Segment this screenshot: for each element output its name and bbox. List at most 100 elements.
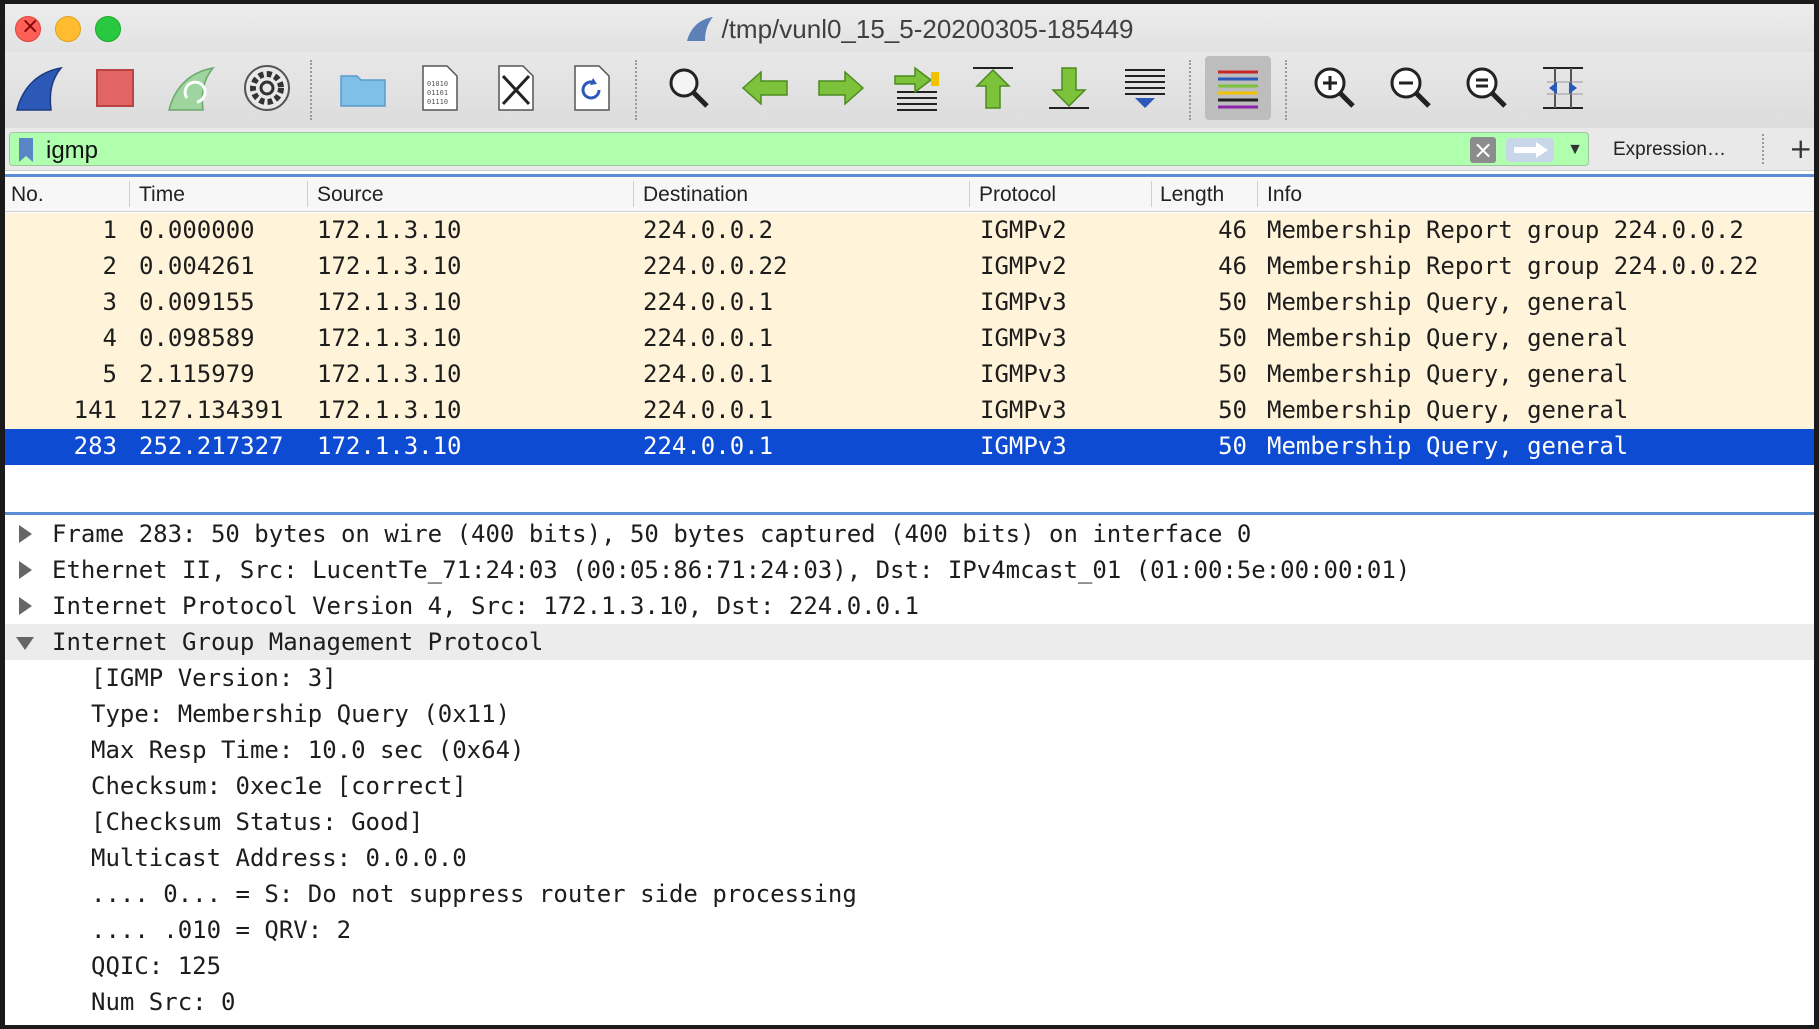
disclosure-triangle-right-icon[interactable] xyxy=(19,561,32,579)
table-row[interactable]: 4 0.098589 172.1.3.10 224.0.0.1 IGMPv3 50 Memb… xyxy=(5,321,1814,357)
cell-no: 141 xyxy=(73,396,117,424)
tree-item[interactable]: .... .010 = QRV: 2 xyxy=(5,912,1814,948)
tree-item-label: Frame 283: 50 bytes on wire (400 bits), … xyxy=(52,520,1252,548)
clear-filter-icon[interactable]: × xyxy=(1470,137,1496,163)
tree-item[interactable]: Frame 283: 50 bytes on wire (400 bits), … xyxy=(5,516,1814,552)
cell-destination: 224.0.0.1 xyxy=(643,360,774,388)
tree-item[interactable]: Checksum: 0xec1e [correct] xyxy=(5,768,1814,804)
tree-item[interactable]: [Checksum Status: Good] xyxy=(5,804,1814,840)
cell-length: 46 xyxy=(1218,252,1247,280)
tree-item-label: [Checksum Status: Good] xyxy=(91,808,424,836)
cell-destination: 224.0.0.2 xyxy=(643,216,774,244)
column-header-length[interactable]: Length xyxy=(1160,183,1224,207)
expression-button[interactable]: Expression… xyxy=(1613,139,1726,161)
tree-item[interactable]: Max Resp Time: 10.0 sec (0x64) xyxy=(5,732,1814,768)
cell-no: 1 xyxy=(102,216,117,244)
cell-time: 252.217327 xyxy=(139,432,284,460)
tree-item[interactable]: [IGMP Version: 3] xyxy=(5,660,1814,696)
tree-item-label: Num Src: 0 xyxy=(91,988,236,1016)
filter-text[interactable]: igmp xyxy=(46,137,98,165)
cell-source: 172.1.3.10 xyxy=(317,216,462,244)
filter-history-chevron-down-icon[interactable]: ▼ xyxy=(1564,139,1586,161)
restart-fin-icon[interactable] xyxy=(163,60,219,116)
cell-time: 2.115979 xyxy=(139,360,255,388)
title-container: /tmp/vunl0_15_5-20200305-185449 xyxy=(5,14,1814,45)
column-header-time[interactable]: Time xyxy=(139,183,185,207)
cell-protocol: IGMPv2 xyxy=(980,216,1067,244)
cell-source: 172.1.3.10 xyxy=(317,360,462,388)
svg-text:01101: 01101 xyxy=(427,89,448,97)
column-header-protocol[interactable]: Protocol xyxy=(979,183,1056,207)
arrow-right-icon[interactable] xyxy=(813,60,869,116)
cell-protocol: IGMPv2 xyxy=(980,252,1067,280)
apply-filter-button[interactable] xyxy=(1506,138,1554,162)
tree-item-label: [IGMP Version: 3] xyxy=(91,664,337,692)
resize-columns-icon[interactable] xyxy=(1535,60,1591,116)
cell-no: 283 xyxy=(73,432,117,460)
tree-item[interactable]: Type: Membership Query (0x11) xyxy=(5,696,1814,732)
cell-time: 0.098589 xyxy=(139,324,255,352)
tree-item-label: Internet Group Management Protocol xyxy=(52,628,544,656)
zoom-out-icon[interactable] xyxy=(1383,60,1439,116)
tree-item[interactable]: Internet Group Management Protocol xyxy=(5,624,1814,660)
cell-info: Membership Query, general xyxy=(1267,396,1629,424)
magnifier-icon[interactable] xyxy=(661,60,717,116)
add-filter-button[interactable]: + xyxy=(1789,132,1812,165)
stop-square-icon[interactable] xyxy=(87,60,143,116)
cell-info: Membership Query, general xyxy=(1267,324,1629,352)
go-to-packet-icon[interactable] xyxy=(889,60,945,116)
column-header-info[interactable]: Info xyxy=(1267,183,1302,207)
arrow-left-icon[interactable] xyxy=(737,60,793,116)
disclosure-triangle-right-icon[interactable] xyxy=(19,597,32,615)
cell-length: 50 xyxy=(1218,360,1247,388)
tree-item[interactable]: Ethernet II, Src: LucentTe_71:24:03 (00:… xyxy=(5,552,1814,588)
tree-item-label: Multicast Address: 0.0.0.0 xyxy=(91,844,467,872)
shark-fin-icon[interactable] xyxy=(11,60,67,116)
table-row[interactable]: 1 0.000000 172.1.3.10 224.0.0.2 IGMPv2 46 Memb… xyxy=(5,213,1814,249)
tree-item[interactable]: QQIC: 125 xyxy=(5,948,1814,984)
colorize-lines-icon[interactable] xyxy=(1205,56,1271,120)
display-filter-bar: igmp × ▼ Expression… + xyxy=(5,128,1814,171)
gear-icon[interactable] xyxy=(239,60,295,116)
cell-no: 5 xyxy=(102,360,117,388)
arrow-down-last-icon[interactable] xyxy=(1041,60,1097,116)
tree-item[interactable]: .... 0... = S: Do not suppress router si… xyxy=(5,876,1814,912)
packet-details-tree: Frame 283: 50 bytes on wire (400 bits), … xyxy=(5,515,1814,1025)
disclosure-triangle-down-icon[interactable] xyxy=(16,637,34,650)
bookmark-icon[interactable] xyxy=(16,137,36,163)
table-row[interactable]: 2 0.004261 172.1.3.10 224.0.0.22 IGMPv2 46 Mem… xyxy=(5,249,1814,285)
cell-destination: 224.0.0.22 xyxy=(643,252,788,280)
tree-item-label: Internet Protocol Version 4, Src: 172.1.… xyxy=(52,592,919,620)
packet-list-header: No. Time Source Destination Protocol Len… xyxy=(5,177,1814,212)
arrow-up-first-icon[interactable] xyxy=(965,60,1021,116)
table-row[interactable]: 3 0.009155 172.1.3.10 224.0.0.1 IGMPv3 50 Memb… xyxy=(5,285,1814,321)
table-row[interactable]: 5 2.115979 172.1.3.10 224.0.0.1 IGMPv3 50 Memb… xyxy=(5,357,1814,393)
table-row[interactable]: 283 252.217327 172.1.3.10 224.0.0.1 IGMPv3 50… xyxy=(5,429,1814,465)
binary-file-icon[interactable]: 01010 01101 01110 xyxy=(411,60,467,116)
cell-time: 0.000000 xyxy=(139,216,255,244)
autoscroll-icon[interactable] xyxy=(1117,60,1173,116)
folder-icon[interactable] xyxy=(335,60,391,116)
zoom-reset-icon[interactable] xyxy=(1459,60,1515,116)
tree-item-label: Ethernet II, Src: LucentTe_71:24:03 (00:… xyxy=(52,556,1411,584)
column-header-destination[interactable]: Destination xyxy=(643,183,748,207)
zoom-in-icon[interactable] xyxy=(1307,60,1363,116)
tree-item[interactable]: Num Src: 0 xyxy=(5,984,1814,1020)
tree-item[interactable]: Internet Protocol Version 4, Src: 172.1.… xyxy=(5,588,1814,624)
column-header-no[interactable]: No. xyxy=(11,183,44,207)
cell-info: Membership Report group 224.0.0.2 xyxy=(1267,216,1744,244)
cell-protocol: IGMPv3 xyxy=(980,432,1067,460)
close-file-icon[interactable] xyxy=(487,60,543,116)
tree-item[interactable]: Multicast Address: 0.0.0.0 xyxy=(5,840,1814,876)
display-filter-input[interactable]: igmp × ▼ xyxy=(9,132,1589,166)
cell-protocol: IGMPv3 xyxy=(980,288,1067,316)
title-bar: /tmp/vunl0_15_5-20200305-185449 xyxy=(5,4,1814,52)
reload-file-icon[interactable] xyxy=(563,60,619,116)
disclosure-triangle-right-icon[interactable] xyxy=(19,525,32,543)
cell-no: 2 xyxy=(102,252,117,280)
column-header-source[interactable]: Source xyxy=(317,183,384,207)
packet-list: No. Time Source Destination Protocol Len… xyxy=(5,174,1814,513)
table-row[interactable]: 141 127.134391 172.1.3.10 224.0.0.1 IGMPv3 50… xyxy=(5,393,1814,429)
tree-item-label: .... 0... = S: Do not suppress router si… xyxy=(91,880,857,908)
cell-info: Membership Query, general xyxy=(1267,432,1629,460)
